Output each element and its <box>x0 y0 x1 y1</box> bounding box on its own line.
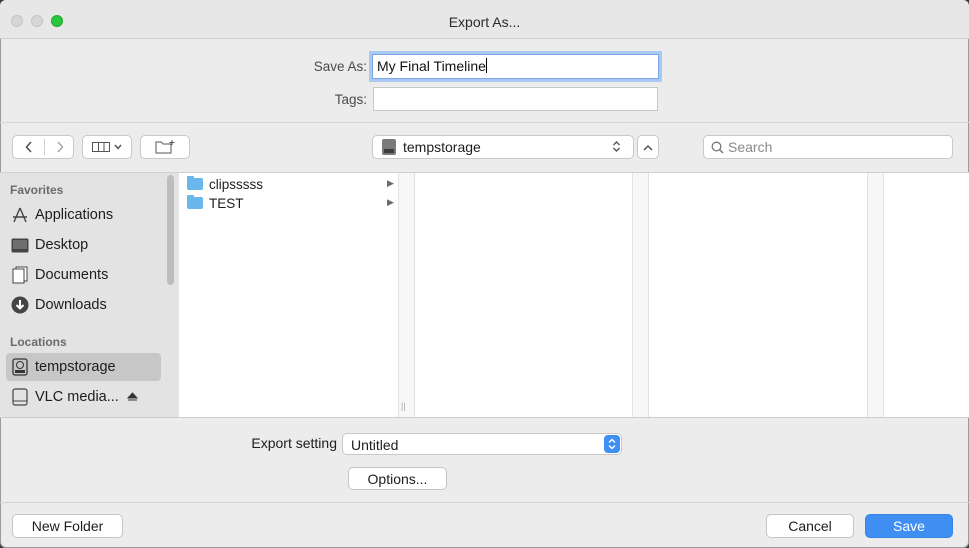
column-browser: || clipsssss ▶ TEST ▶ <box>179 173 969 417</box>
export-setting-popup[interactable]: Untitled <box>342 433 622 455</box>
sidebar-item-desktop[interactable]: Desktop <box>10 231 88 259</box>
sidebar-item-label: VLC media... <box>35 389 119 405</box>
desktop-icon <box>10 235 30 255</box>
divider <box>0 417 969 418</box>
text-caret <box>485 58 487 73</box>
folder-icon <box>187 195 203 209</box>
back-forward-control <box>12 135 74 159</box>
column-resize-handle[interactable] <box>399 173 414 417</box>
folder-plus-icon <box>155 140 175 154</box>
file-name: TEST <box>209 195 244 211</box>
column-divider <box>648 173 649 417</box>
save-as-field[interactable]: My Final Timeline <box>372 54 659 79</box>
column-resize-grip[interactable]: || <box>401 401 406 411</box>
locations-header: Locations <box>10 335 67 349</box>
forward-button[interactable] <box>45 136 74 158</box>
sidebar-item-label: Applications <box>35 207 114 223</box>
updown-chevron-icon <box>613 141 620 152</box>
popup-arrows <box>604 435 620 453</box>
view-mode-button[interactable] <box>82 135 132 159</box>
export-setting-label: Export setting <box>251 435 337 451</box>
collapse-button[interactable] <box>637 135 659 159</box>
title-bar: Export As... <box>0 0 969 39</box>
disk-icon <box>382 139 396 155</box>
chevron-right-icon <box>56 141 64 153</box>
sidebar-item-documents[interactable]: Documents <box>10 261 108 289</box>
export-setting-value: Untitled <box>351 437 399 453</box>
sidebar-item-downloads[interactable]: Downloads <box>10 291 107 319</box>
favorites-header: Favorites <box>10 183 64 197</box>
disclosure-arrow-icon: ▶ <box>387 178 394 188</box>
column-divider <box>883 173 884 417</box>
list-item[interactable]: TEST <box>187 195 244 211</box>
file-name: clipsssss <box>209 176 264 192</box>
sidebar-scrollbar[interactable] <box>167 175 174 285</box>
documents-icon <box>10 265 30 285</box>
column-view-icon <box>92 142 110 152</box>
location-label: tempstorage <box>403 139 481 155</box>
save-as-value: My Final Timeline <box>377 58 486 74</box>
column-resize-handle[interactable] <box>868 173 883 417</box>
chevron-left-icon <box>24 141 32 153</box>
save-button[interactable]: Save <box>865 514 953 538</box>
options-button[interactable]: Options... <box>348 467 447 490</box>
tags-field[interactable] <box>373 87 658 111</box>
sidebar-item-vlc-media[interactable]: VLC media... <box>10 383 138 411</box>
sidebar-item-label: Desktop <box>35 237 89 253</box>
search-placeholder: Search <box>728 139 773 155</box>
sidebar-item-label: Downloads <box>35 297 107 313</box>
export-dialog: Export As... Save As: My Final Timeline … <box>0 0 969 548</box>
cancel-button[interactable]: Cancel <box>766 514 854 538</box>
sidebar: Favorites Applications Desktop Documents… <box>0 173 179 417</box>
location-popup[interactable]: tempstorage <box>372 135 634 159</box>
folder-icon <box>187 176 203 190</box>
updown-chevron-icon <box>608 438 616 450</box>
list-item[interactable]: clipsssss <box>187 176 263 192</box>
eject-icon[interactable] <box>126 392 138 402</box>
sidebar-item-applications[interactable]: Applications <box>10 201 113 229</box>
new-folder-button[interactable]: New Folder <box>12 514 123 538</box>
chevron-down-icon <box>114 144 122 150</box>
back-button[interactable] <box>13 136 44 158</box>
disk-icon <box>10 357 30 377</box>
divider <box>0 122 969 123</box>
new-folder-toolbar-button[interactable] <box>140 135 190 159</box>
external-drive-icon <box>10 387 30 407</box>
column-resize-handle[interactable] <box>633 173 648 417</box>
chevron-up-icon <box>643 144 653 151</box>
disclosure-arrow-icon: ▶ <box>387 197 394 207</box>
tags-label: Tags: <box>334 92 367 107</box>
divider <box>0 502 969 503</box>
sidebar-item-tempstorage[interactable]: tempstorage <box>10 353 116 381</box>
column-divider <box>414 173 415 417</box>
applications-icon <box>10 205 30 225</box>
sidebar-item-label: tempstorage <box>35 359 116 375</box>
window-title: Export As... <box>448 14 521 30</box>
sidebar-item-label: Documents <box>35 267 109 283</box>
save-as-label: Save As: <box>313 59 367 74</box>
search-field[interactable]: Search <box>703 135 953 159</box>
downloads-icon <box>10 295 30 315</box>
search-icon <box>711 141 724 154</box>
